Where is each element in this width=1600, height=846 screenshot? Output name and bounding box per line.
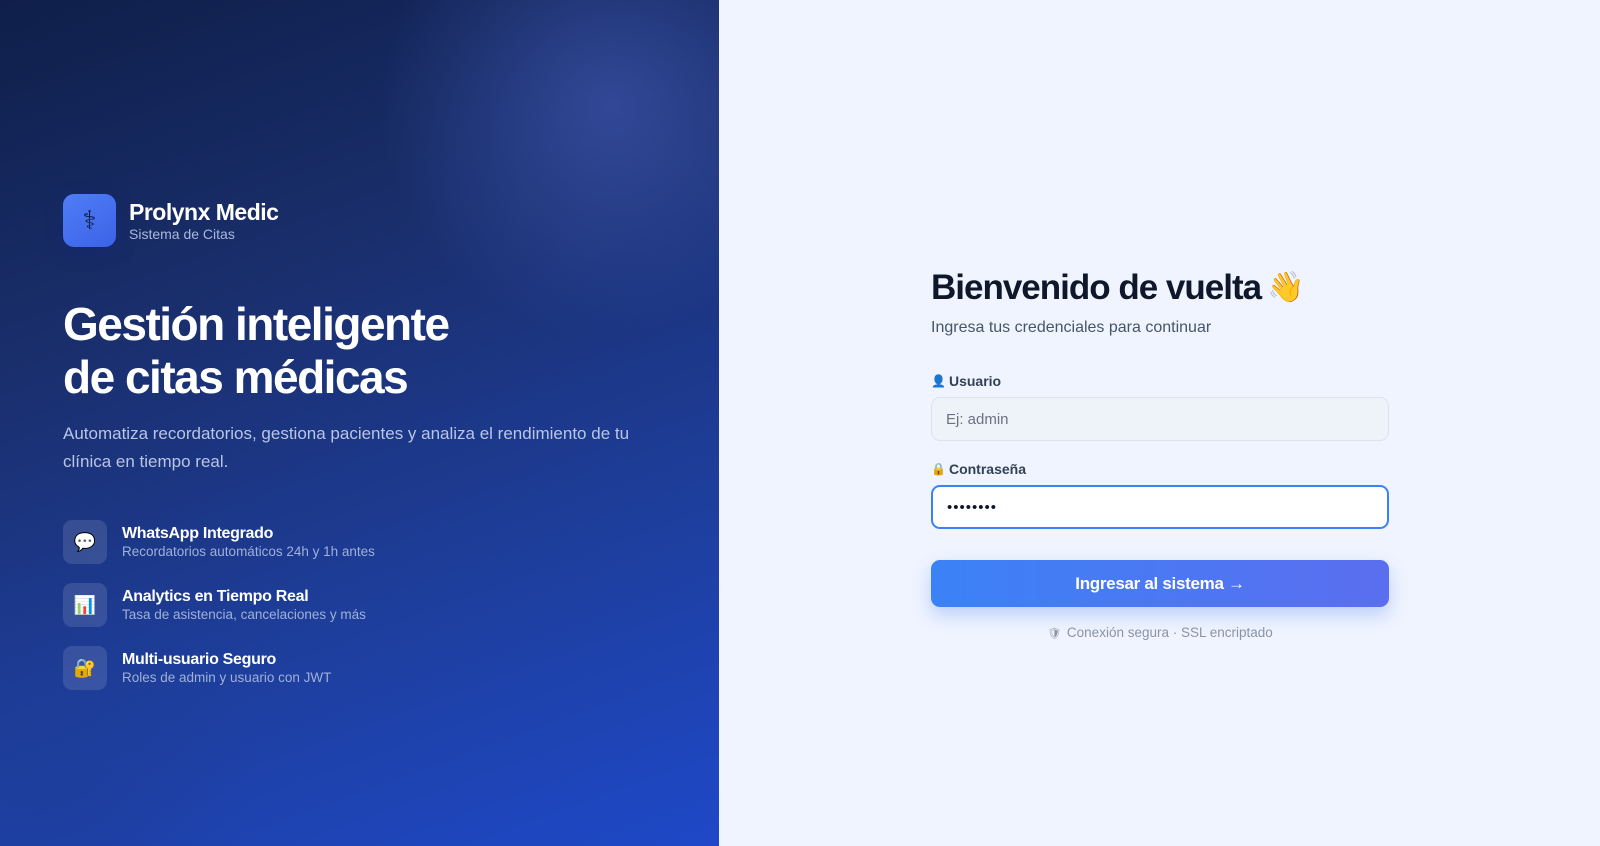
password-label-text: Contraseña bbox=[948, 461, 1026, 477]
login-panel: Bienvenido de vuelta 👋 Ingresa tus crede… bbox=[719, 0, 1600, 846]
password-label: 🔒 Contraseña bbox=[931, 460, 1389, 478]
hero-title-line1: Gestión inteligente bbox=[63, 298, 450, 350]
brand-subtitle: Sistema de Citas bbox=[129, 225, 235, 242]
login-subtitle: Ingresa tus credenciales para continuar bbox=[931, 319, 1212, 336]
brand-name: Prolynx Medic bbox=[129, 198, 279, 225]
shield-icon: 🛡 bbox=[1047, 628, 1062, 640]
feature-subtitle: Tasa de asistencia, cancelaciones y más bbox=[122, 607, 366, 622]
hero-description: Automatiza recordatorios, gestiona pacie… bbox=[63, 424, 630, 471]
login-submit-button[interactable]: Ingresar al sistema → bbox=[931, 560, 1389, 607]
user-icon: 👤 bbox=[931, 374, 946, 388]
feature-subtitle: Roles de admin y usuario con JWT bbox=[122, 670, 332, 685]
feature-item-multiuser: 🔐 Multi-usuario Seguro Roles de admin y … bbox=[63, 646, 375, 690]
feature-subtitle: Recordatorios automáticos 24h y 1h antes bbox=[122, 544, 375, 559]
hero-title: Gestión inteligente de citas médicas bbox=[63, 298, 663, 404]
password-input[interactable] bbox=[931, 485, 1389, 529]
brand: ⚕ Prolynx Medic Sistema de Citas bbox=[63, 194, 279, 247]
speech-bubble-icon: 💬 bbox=[63, 520, 107, 564]
secure-connection-note: 🛡 Conexión segura · SSL encriptado bbox=[931, 624, 1389, 643]
feature-item-whatsapp: 💬 WhatsApp Integrado Recordatorios autom… bbox=[63, 520, 375, 564]
waving-hand-icon: 👋 bbox=[1267, 271, 1304, 304]
bar-chart-icon: 📊 bbox=[63, 583, 107, 627]
login-form: Bienvenido de vuelta 👋 Ingresa tus crede… bbox=[931, 266, 1389, 643]
username-input[interactable] bbox=[931, 397, 1389, 441]
secure-connection-text: Conexión segura · SSL encriptado bbox=[1066, 625, 1273, 640]
feature-item-analytics: 📊 Analytics en Tiempo Real Tasa de asist… bbox=[63, 583, 375, 627]
feature-title: Analytics en Tiempo Real bbox=[122, 588, 309, 605]
login-title-text: Bienvenido de vuelta bbox=[931, 268, 1262, 307]
caduceus-icon: ⚕ bbox=[63, 194, 116, 247]
hero-panel: ⚕ Prolynx Medic Sistema de Citas Gestión… bbox=[0, 0, 719, 846]
hero-title-line2: de citas médicas bbox=[63, 351, 409, 403]
feature-title: Multi-usuario Seguro bbox=[122, 651, 277, 668]
lock-icon: 🔒 bbox=[931, 462, 946, 476]
feature-title: WhatsApp Integrado bbox=[122, 525, 274, 542]
username-label-text: Usuario bbox=[948, 373, 1002, 389]
login-title: Bienvenido de vuelta 👋 bbox=[931, 266, 1389, 310]
feature-list: 💬 WhatsApp Integrado Recordatorios autom… bbox=[63, 520, 375, 709]
lock-key-icon: 🔐 bbox=[63, 646, 107, 690]
username-label: 👤 Usuario bbox=[931, 372, 1389, 390]
